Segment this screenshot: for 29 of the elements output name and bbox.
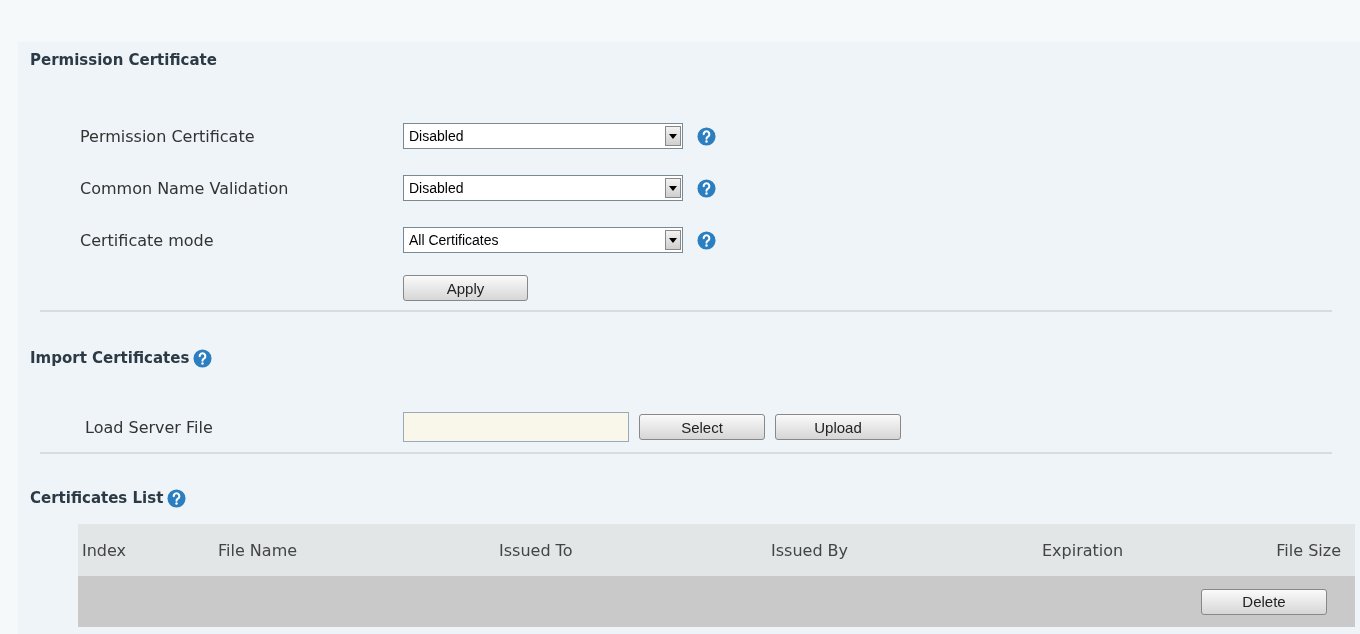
upload-button[interactable]: Upload bbox=[775, 414, 901, 440]
upload-button[interactable]: Select bbox=[639, 414, 765, 440]
caret-icon bbox=[669, 185, 677, 191]
help-icon[interactable] bbox=[167, 488, 187, 508]
column-header: File Size bbox=[1275, 540, 1341, 560]
dropdown[interactable]: All Certificates bbox=[403, 227, 683, 253]
delete-button[interactable]: Delete bbox=[1201, 588, 1327, 615]
column-header: Index bbox=[82, 540, 128, 560]
section-title: Permission Certificate bbox=[30, 51, 217, 69]
file-path-field[interactable] bbox=[403, 412, 629, 442]
help-icon[interactable] bbox=[193, 348, 213, 368]
section-title: Certificates List bbox=[30, 489, 164, 507]
field-label: Load Server File bbox=[84, 417, 214, 437]
dropdown[interactable]: Disabled bbox=[403, 123, 683, 149]
apply-button[interactable]: Apply bbox=[403, 275, 528, 301]
section-title: Import Certificates bbox=[30, 349, 190, 367]
field-label: Common Name Validation bbox=[79, 178, 290, 198]
column-header: Issued By bbox=[771, 540, 850, 560]
caret-icon bbox=[669, 133, 677, 139]
caret-icon bbox=[669, 237, 677, 243]
column-header: Expiration bbox=[1042, 540, 1125, 560]
field-label: Certificate mode bbox=[79, 230, 215, 250]
help-icon[interactable] bbox=[697, 230, 716, 250]
field-label: Permission Certificate bbox=[79, 126, 256, 146]
help-icon[interactable] bbox=[697, 126, 716, 146]
column-header: File Name bbox=[218, 540, 299, 560]
column-header: Issued To bbox=[499, 540, 574, 560]
dropdown[interactable]: Disabled bbox=[403, 175, 683, 201]
help-icon[interactable] bbox=[697, 178, 716, 198]
